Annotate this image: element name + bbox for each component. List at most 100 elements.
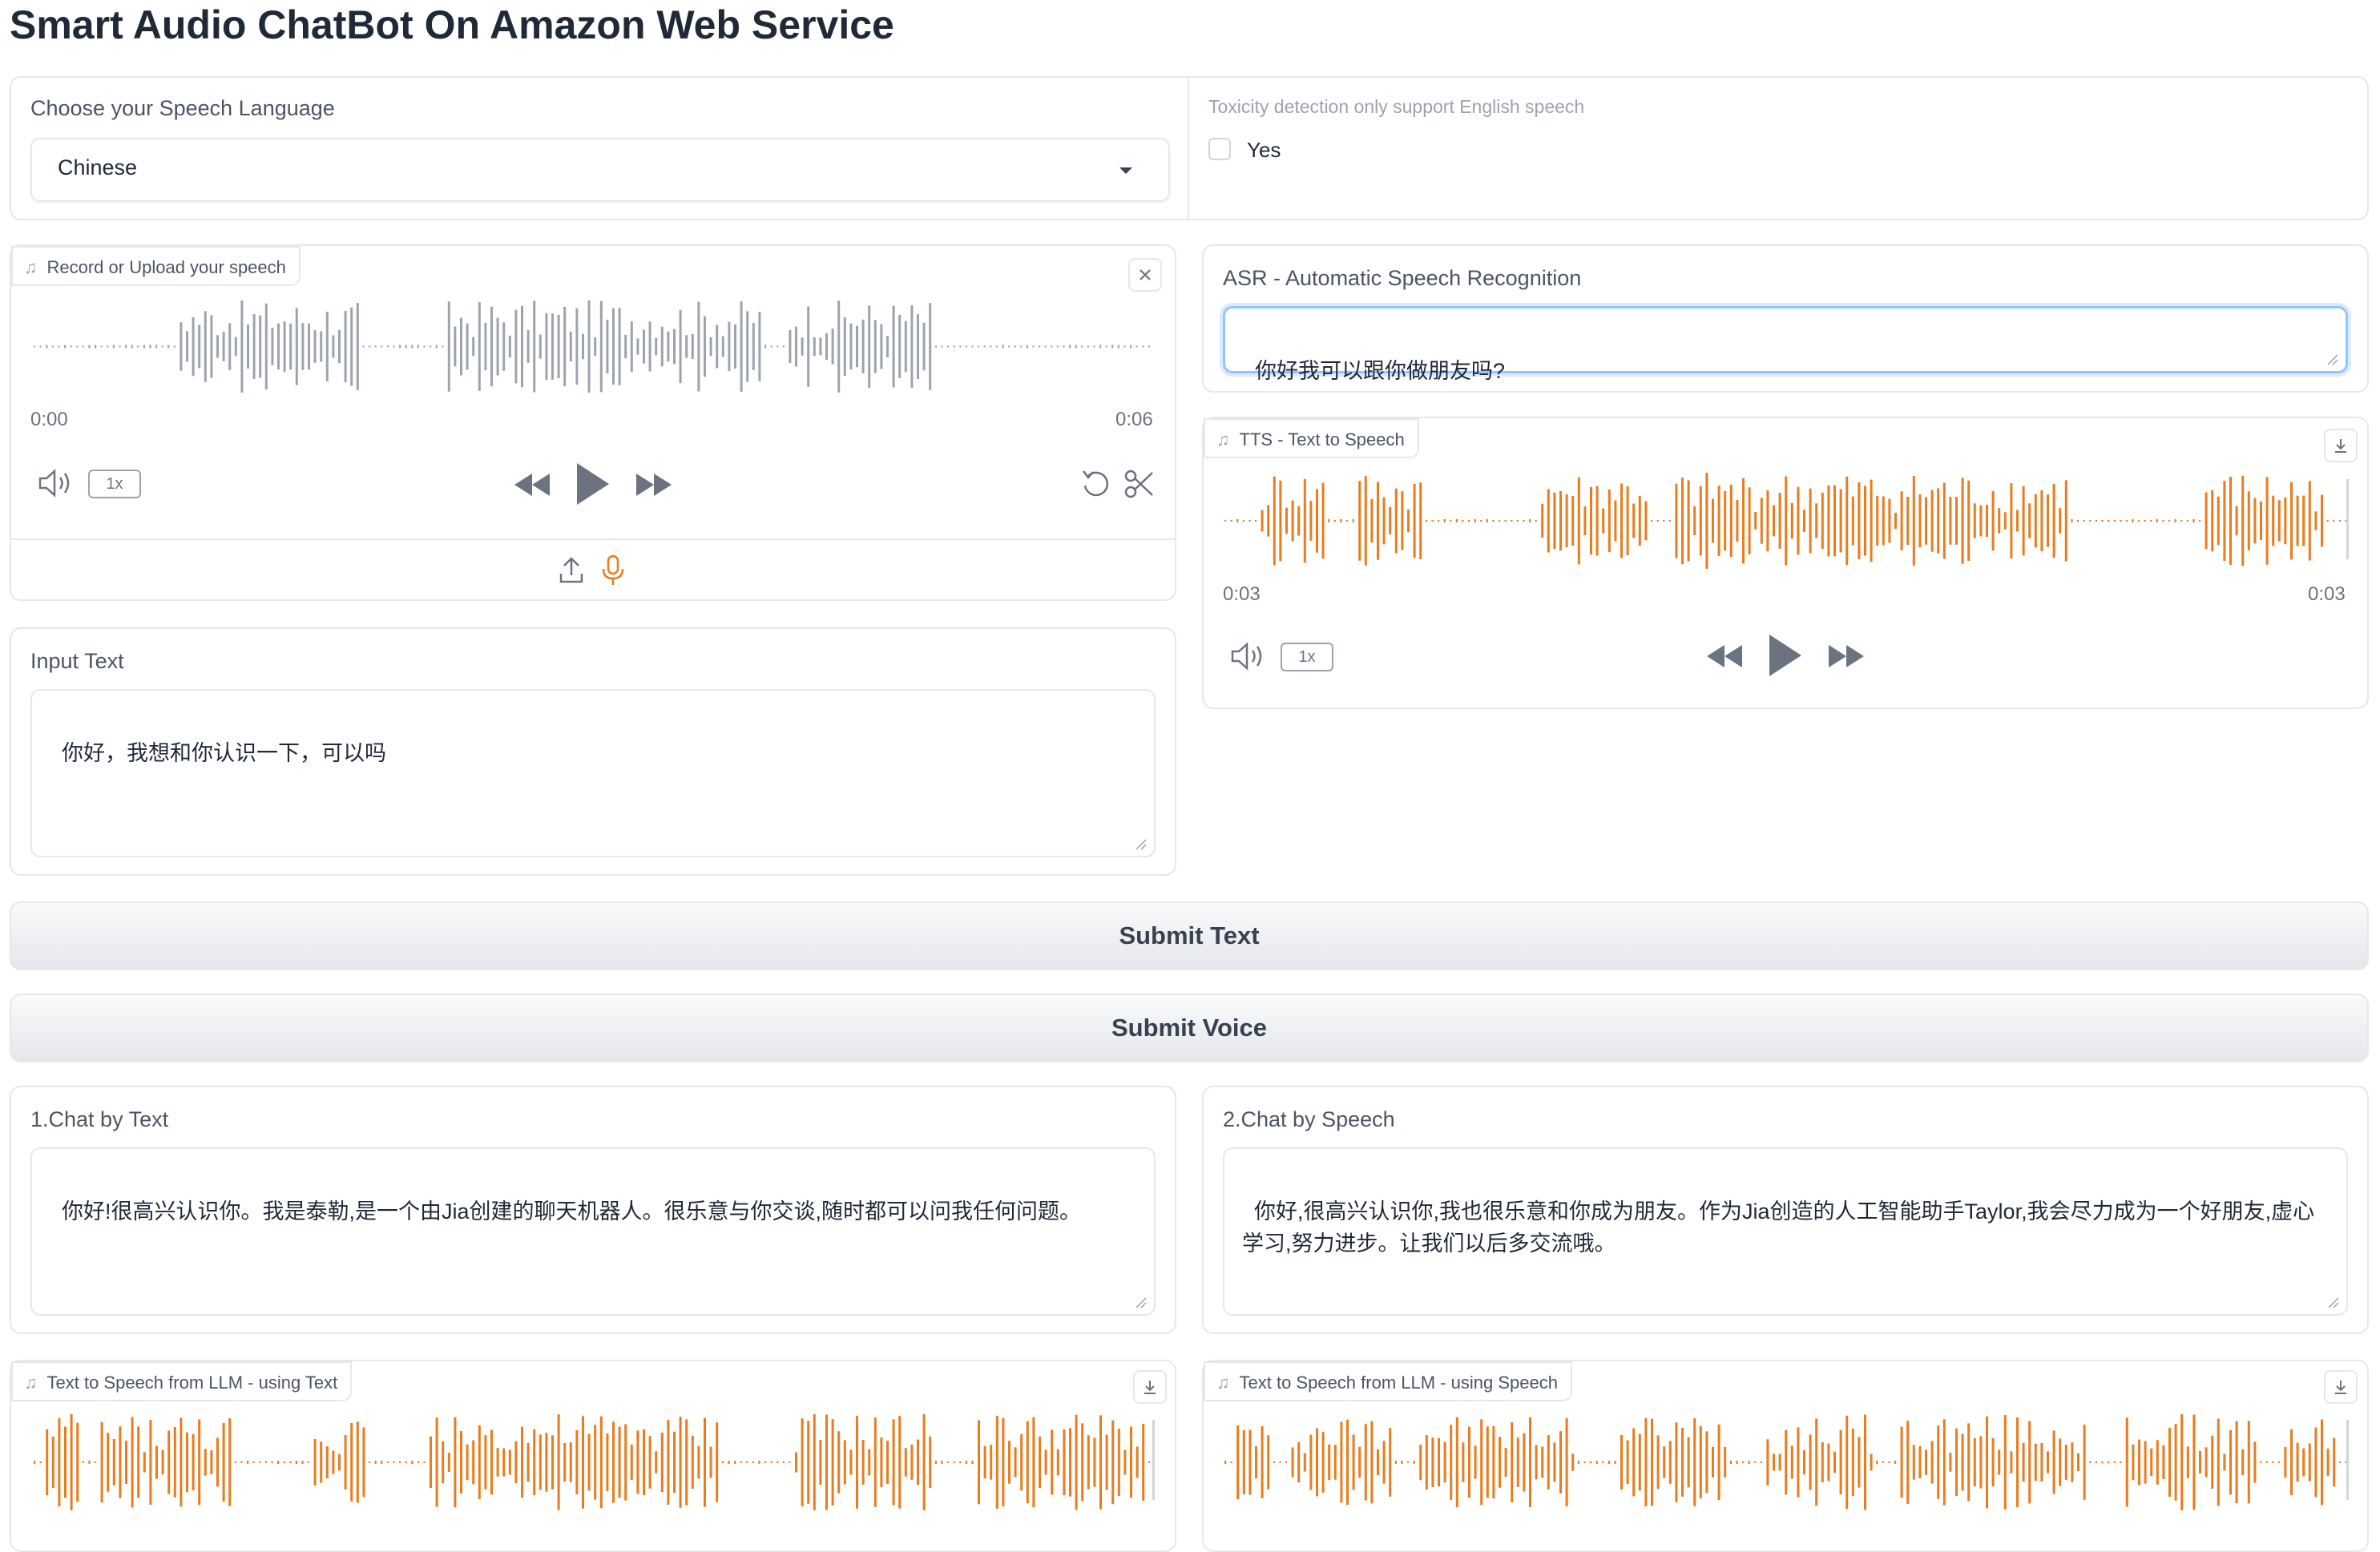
rewind-icon[interactable] <box>1705 643 1744 670</box>
volume-icon[interactable] <box>1229 641 1266 671</box>
fast-forward-icon[interactable] <box>1827 643 1866 670</box>
waveform-bar <box>1705 473 1708 569</box>
chat-text-output[interactable]: 你好!很高兴认识你。我是泰勒,是一个由Jia创建的聊天机器人。很乐意与你交谈,随… <box>30 1147 1156 1316</box>
waveform-bar <box>502 1448 506 1477</box>
waveform-bar <box>1851 1429 1854 1496</box>
tts-playback-speed[interactable]: 1x <box>1281 643 1333 671</box>
waveform-bar <box>508 335 511 358</box>
waveform-bar <box>2059 1438 2062 1486</box>
waveform-bar <box>1504 520 1507 522</box>
waveform-bar <box>1754 1461 1757 1463</box>
waveform-bar <box>995 345 998 348</box>
download-icon[interactable] <box>2324 1370 2358 1404</box>
waveform-bar <box>240 300 244 393</box>
download-icon[interactable] <box>2324 429 2358 462</box>
waveform-bar <box>2260 501 2262 541</box>
waveform-bar <box>1583 506 1587 536</box>
waveform-bar <box>1839 489 1842 553</box>
fast-forward-icon[interactable] <box>635 471 673 498</box>
record-playback-speed[interactable]: 1x <box>88 470 141 498</box>
waveform-bar <box>283 321 286 373</box>
close-icon[interactable] <box>1128 258 1162 292</box>
waveform-bar <box>514 309 518 384</box>
toxicity-checkbox[interactable] <box>1208 138 1231 160</box>
waveform-bar <box>1773 505 1775 537</box>
resize-handle-icon[interactable] <box>1135 838 1148 851</box>
record-waveform[interactable] <box>32 300 1154 393</box>
waveform-bar <box>1559 1431 1562 1494</box>
waveform-bar <box>1032 1417 1035 1508</box>
waveform-bar <box>2144 1441 2147 1484</box>
waveform-bar <box>430 1436 432 1489</box>
resize-handle-icon[interactable] <box>2327 1296 2340 1309</box>
waveform-bar <box>1309 501 1313 541</box>
waveform-bar <box>1443 519 1446 522</box>
waveform-bar <box>1663 520 1665 522</box>
waveform-bar <box>478 1425 481 1499</box>
asr-textbox[interactable]: 你好我可以跟你做朋友吗? <box>1223 306 2348 383</box>
waveform-bar <box>971 1461 974 1464</box>
play-icon[interactable] <box>574 462 611 506</box>
waveform-bar <box>990 1445 993 1480</box>
undo-icon[interactable] <box>1080 468 1112 500</box>
play-icon[interactable] <box>1766 633 1803 678</box>
waveform-bar <box>1821 1442 1824 1482</box>
chat-text-label: 1.Chat by Text <box>30 1107 169 1131</box>
waveform-bar <box>599 1416 603 1509</box>
waveform-bar <box>399 1461 401 1463</box>
waveform-bar <box>2277 1461 2280 1463</box>
waveform-bar <box>1930 490 1934 552</box>
waveform-bar <box>1930 1441 1934 1484</box>
waveform-bar <box>1087 345 1089 348</box>
waveform-bar <box>704 316 706 377</box>
download-icon[interactable] <box>1133 1370 1167 1404</box>
tts-waveform[interactable] <box>1223 473 2348 569</box>
resize-handle-icon[interactable] <box>1135 1296 1148 1309</box>
waveform-bar <box>356 1421 359 1503</box>
waveform-bar <box>1352 1434 1355 1490</box>
waveform-bar <box>2326 1448 2330 1477</box>
record-audio-tag: ♫ Record or Upload your speech <box>11 246 301 286</box>
waveform-bar <box>496 317 499 376</box>
waveform-bar <box>1888 498 1891 543</box>
upload-icon[interactable] <box>558 556 585 585</box>
waveform-bar <box>1699 1425 1702 1499</box>
waveform-bar <box>1949 1453 1952 1472</box>
llm-speech-audio-tag-label: Text to Speech from LLM - using Speech <box>1239 1373 1558 1393</box>
waveform-bar <box>557 315 560 378</box>
waveform-bar <box>70 1414 73 1510</box>
waveform-bar <box>374 1461 377 1464</box>
waveform-bar <box>399 345 401 349</box>
language-dropdown[interactable]: Chinese <box>30 138 1170 202</box>
llm-text-waveform[interactable] <box>32 1414 1154 1510</box>
input-text-textarea[interactable]: 你好，我想和你认识一下，可以吗 <box>30 689 1156 857</box>
waveform-bar <box>837 300 841 393</box>
chat-speech-output[interactable]: 你好,很高兴认识你,我也很乐意和你成为朋友。作为Jia创造的人工智能助手Tayl… <box>1223 1147 2348 1316</box>
scissors-icon[interactable] <box>1123 468 1156 500</box>
waveform-bar <box>904 320 907 373</box>
waveform-bar <box>1364 476 1367 566</box>
waveform-bar <box>1026 1421 1029 1504</box>
waveform-bar <box>1425 1435 1428 1490</box>
waveform-bar <box>934 1461 937 1464</box>
waveform-bar <box>2120 520 2122 522</box>
waveform-bar <box>131 345 133 349</box>
waveform-bar <box>1827 485 1830 557</box>
waveform-bar <box>1547 1435 1550 1490</box>
microphone-icon[interactable] <box>599 554 627 587</box>
waveform-bar <box>709 1446 712 1478</box>
volume-icon[interactable] <box>37 468 74 498</box>
waveform-bar <box>953 1461 955 1463</box>
resize-handle-icon[interactable] <box>2326 353 2339 366</box>
waveform-bar <box>2016 1417 2019 1507</box>
waveform-bar <box>51 345 54 348</box>
waveform-bar <box>313 1439 317 1485</box>
submit-voice-button[interactable]: Submit Voice <box>10 994 2369 1062</box>
rewind-icon[interactable] <box>513 471 551 498</box>
waveform-bar <box>1431 1437 1434 1487</box>
waveform-bar <box>630 321 633 372</box>
waveform-bar <box>289 323 292 370</box>
llm-speech-waveform[interactable] <box>1223 1414 2348 1510</box>
waveform-bar <box>338 329 341 364</box>
submit-text-button[interactable]: Submit Text <box>10 901 2369 970</box>
